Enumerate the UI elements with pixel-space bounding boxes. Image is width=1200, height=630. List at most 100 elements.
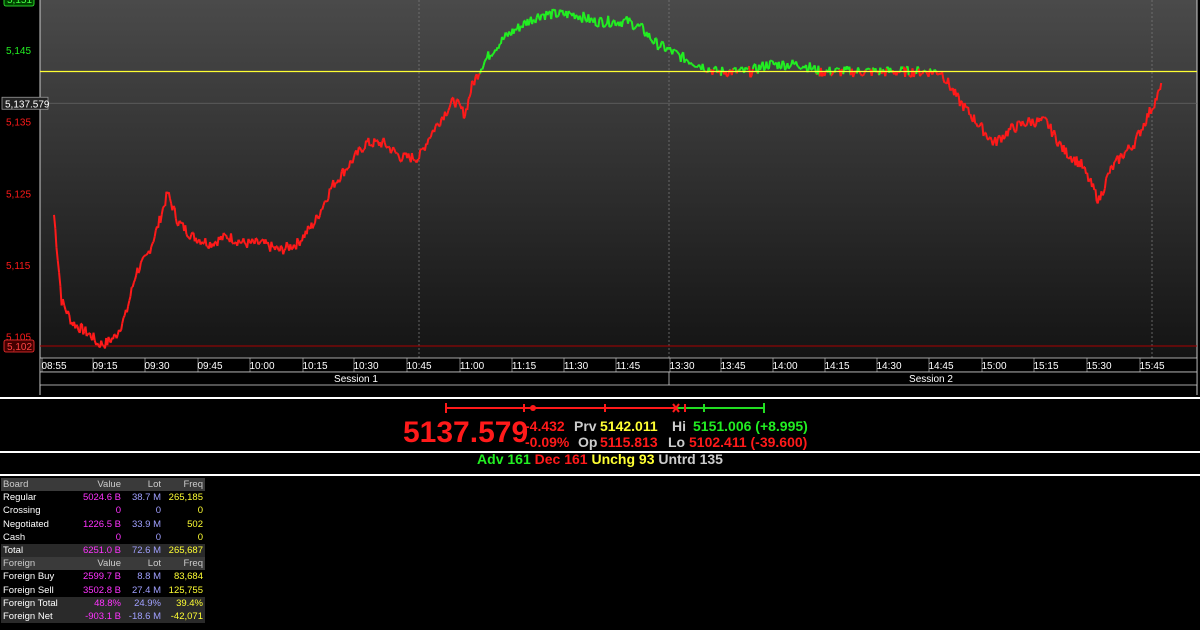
price-segment (1031, 118, 1035, 124)
x-tick-label: 15:00 (981, 361, 1006, 372)
price-segment (1135, 131, 1139, 136)
price-segment (418, 149, 422, 160)
price-segment (82, 331, 86, 335)
price-segment (852, 73, 856, 78)
board-cell: 27.4 M (131, 584, 161, 596)
price-segment (744, 66, 748, 70)
x-tick-label: 10:45 (406, 361, 431, 372)
x-tick-label: 15:45 (1139, 361, 1164, 372)
board-cell: 0 (197, 505, 203, 517)
price-segment (582, 11, 586, 17)
price-segment (394, 151, 398, 155)
price-segment (471, 80, 475, 84)
price-segment (361, 149, 365, 153)
price-segment (1047, 126, 1051, 130)
price-segment (620, 20, 624, 28)
board-cell: Value (97, 558, 121, 570)
price-segment (628, 17, 632, 22)
price-segment (789, 64, 792, 68)
board-cell: Regular (3, 492, 37, 504)
price-segment (650, 39, 654, 44)
change-percent: -0.09% (525, 434, 570, 450)
op-label: Op (578, 434, 598, 450)
price-segment (773, 63, 776, 66)
price-segment (492, 52, 495, 55)
price-segment (338, 179, 342, 183)
price-segment (260, 239, 263, 242)
price-segment (868, 67, 871, 71)
price-segment (835, 67, 838, 70)
price-segment (115, 334, 119, 339)
price-segment (949, 88, 953, 92)
price-segment (142, 255, 145, 258)
price-segment (349, 159, 353, 163)
price-segment (173, 207, 177, 219)
price-segment (162, 205, 165, 209)
hi-value: 5151.006 (+8.995) (693, 418, 808, 434)
price-segment (941, 71, 945, 80)
price-segment (561, 9, 565, 16)
board-row: Crossing 0 0 0 (1, 504, 205, 517)
x-tick-label: 11:30 (564, 361, 589, 372)
price-segment (76, 326, 80, 331)
price-segment (597, 18, 601, 28)
board-cell: 33.9 M (131, 518, 161, 530)
price-segment (881, 68, 885, 72)
price-segment (593, 17, 597, 27)
price-segment (476, 74, 480, 80)
price-segment (87, 332, 90, 336)
price-segment (638, 24, 642, 28)
price-segment (426, 138, 430, 145)
price-segment (296, 237, 300, 243)
board-cell: Foreign Sell (3, 584, 54, 596)
price-segment (434, 123, 438, 127)
price-segment (187, 235, 190, 239)
board-cell: 1226.5 B (82, 518, 121, 530)
price-segment (1156, 89, 1160, 93)
price-segment (991, 141, 995, 146)
price-segment (380, 140, 384, 148)
price-segment (1127, 144, 1131, 149)
price-segment (1134, 134, 1138, 141)
current-value-label: 5,137.579 (5, 99, 50, 110)
price-segment (1015, 121, 1019, 132)
board-cell: -18.6 M (128, 610, 161, 622)
price-segment (859, 73, 863, 77)
board-row: Regular 5024.6 B 38.7 M 265,185 (1, 491, 205, 504)
price-segment (1059, 141, 1063, 146)
board-row: Foreign Buy 2599.7 B 8.8 M 83,684 (1, 570, 205, 583)
board-cell: Crossing (3, 505, 41, 517)
price-segment (283, 248, 287, 251)
price-segment (1113, 160, 1117, 163)
price-segment (396, 153, 400, 158)
x-tick-label: 14:15 (824, 361, 849, 372)
price-segment (150, 243, 154, 248)
board-cell: 5024.6 B (82, 492, 121, 504)
board-cell: Freq (183, 479, 203, 490)
x-axis: 08:55 09:15 09:30 09:45 10:00 10:15 10:30 10:45… (39, 357, 1198, 386)
price-segment (266, 241, 271, 248)
price-segment (55, 247, 59, 261)
price-segment (686, 59, 689, 62)
untraded: Untrd 135 (658, 451, 723, 467)
price-segment (429, 131, 433, 138)
price-segment (672, 48, 676, 52)
price-segment (1050, 133, 1055, 138)
price-segment (167, 192, 171, 199)
price-segment (633, 26, 637, 30)
price-segment (467, 96, 471, 100)
board-row: Cash 0 0 0 (1, 531, 205, 544)
price-segment (1102, 188, 1106, 194)
x-tick-label: 15:15 (1033, 361, 1058, 372)
price-segment (749, 75, 753, 78)
x-tick-label: 10:00 (249, 361, 274, 372)
price-segment (534, 17, 538, 24)
board-cell: 83,684 (173, 571, 203, 583)
price-segment (679, 53, 683, 63)
price-segment (174, 218, 178, 225)
price-segment (478, 72, 481, 76)
price-segment (100, 340, 104, 346)
price-segment (143, 254, 147, 257)
price-segment (119, 329, 123, 333)
board-cell: 2599.7 B (82, 571, 121, 583)
